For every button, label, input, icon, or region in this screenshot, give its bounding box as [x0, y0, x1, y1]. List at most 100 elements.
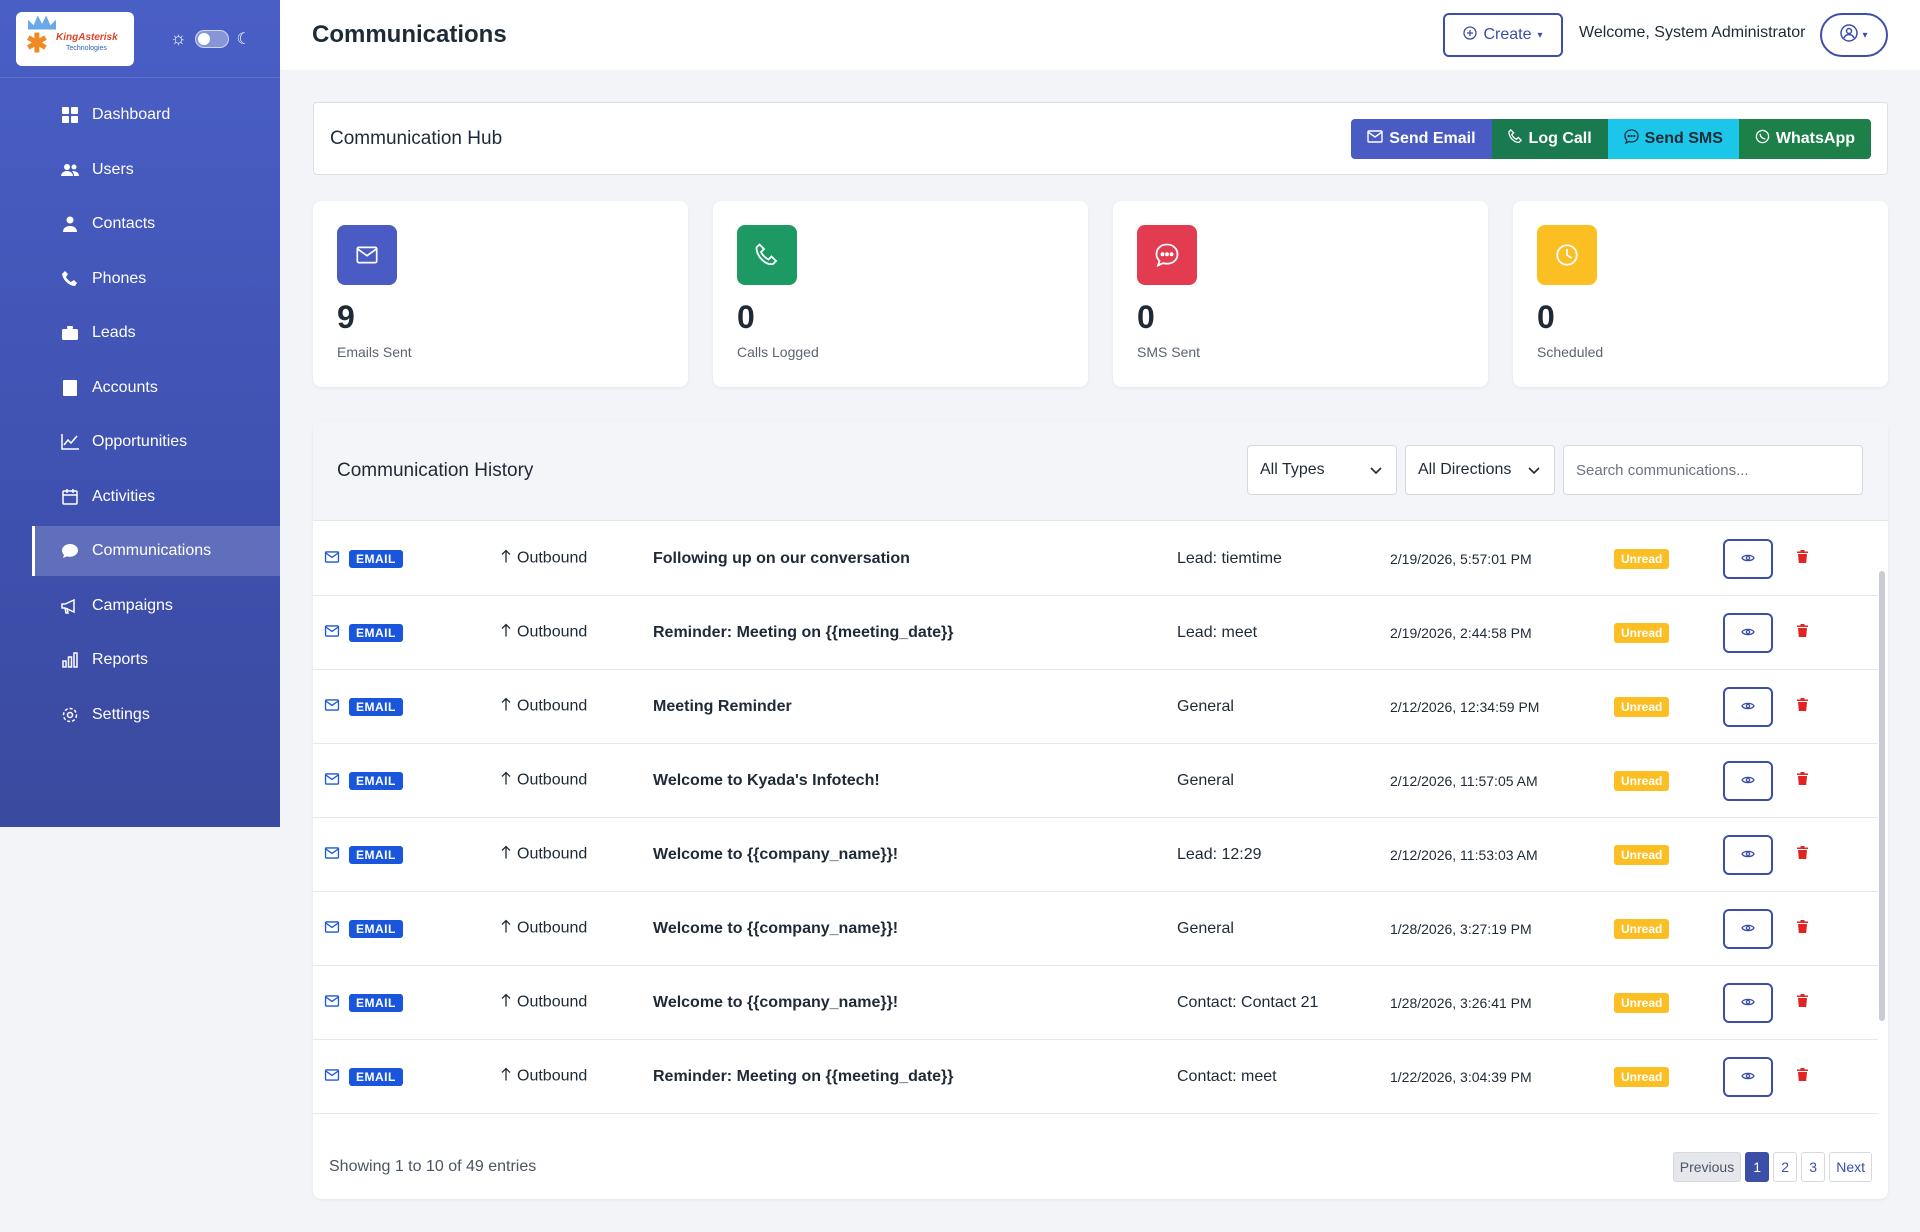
view-button[interactable]	[1723, 983, 1773, 1023]
table-row[interactable]: EMAILOutboundWelcome to {{company_name}}…	[313, 818, 1878, 892]
direction-filter-value: All Directions	[1418, 461, 1511, 479]
type-badge: EMAIL	[349, 772, 403, 790]
eye-icon	[1741, 624, 1755, 642]
send-email-button[interactable]: Send Email	[1351, 119, 1491, 159]
pagination-page-2[interactable]: 2	[1773, 1152, 1797, 1182]
date-cell: 1/28/2026, 3:27:19 PM	[1390, 921, 1532, 937]
status-badge: Unread	[1614, 697, 1669, 717]
envelope-icon	[324, 846, 340, 864]
table-row[interactable]: EMAIL Outbound Welcome to {{company_name}}…	[313, 966, 1878, 1040]
sidebar-item-label: Dashboard	[92, 106, 170, 124]
sidebar-item-label: Activities	[92, 488, 155, 506]
sidebar-item-label: Campaigns	[92, 597, 173, 615]
related-cell: Lead: 12:29	[1177, 846, 1262, 864]
delete-button[interactable]	[1797, 920, 1808, 938]
sidebar-item-label: Users	[92, 161, 134, 179]
phone-icon	[737, 225, 797, 285]
direction-text: Outbound	[517, 772, 587, 790]
table-row[interactable]: EMAILOutboundMeeting ReminderGeneral2/12…	[313, 670, 1878, 744]
type-filter-value: All Types	[1260, 461, 1325, 479]
view-button[interactable]	[1723, 687, 1773, 727]
sidebar-item-label: Leads	[92, 324, 136, 342]
related-cell: Lead: meet	[1177, 624, 1257, 642]
view-button[interactable]	[1723, 761, 1773, 801]
subject-cell: Following up on our conversation	[653, 550, 910, 568]
table-row[interactable]: EMAILOutboundWelcome to Kyada's Infotech…	[313, 744, 1878, 818]
sidebar-item-communications[interactable]: Communications	[32, 526, 280, 576]
sidebar-item-opportunities[interactable]: Opportunities	[32, 417, 280, 467]
pagination-previous[interactable]: Previous	[1673, 1152, 1741, 1182]
page-title: Communications	[312, 21, 507, 49]
logo[interactable]: ✱ KingAsterisk Technologies	[16, 12, 134, 66]
eye-icon	[1741, 846, 1755, 864]
view-button[interactable]	[1723, 539, 1773, 579]
table-row[interactable]: EMAILOutboundFollowing up on our convers…	[313, 522, 1878, 596]
delete-button[interactable]	[1797, 772, 1808, 790]
pagination-next[interactable]: Next	[1829, 1152, 1872, 1182]
type-badge: EMAIL	[349, 550, 403, 568]
table-row[interactable]: EMAILOutboundReminder: Meeting on {{meet…	[313, 596, 1878, 670]
table-row[interactable]: EMAILOutboundReminder: Meeting on {{meet…	[313, 1040, 1878, 1114]
user-menu-button[interactable]: ▾	[1820, 13, 1888, 57]
direction-cell: Outbound	[501, 623, 587, 642]
sidebar-item-contacts[interactable]: Contacts	[32, 199, 280, 249]
sidebar-item-activities[interactable]: Activities	[32, 472, 280, 522]
delete-button[interactable]	[1797, 846, 1808, 864]
phone-icon	[1508, 129, 1523, 149]
chevron-down-icon	[1370, 462, 1382, 480]
table-row[interactable]: EMAILOutboundWelcome to {{company_name}}…	[313, 892, 1878, 966]
sidebar-item-settings[interactable]: Settings	[32, 690, 280, 740]
direction-cell: Outbound	[501, 993, 587, 1012]
trash-icon	[1797, 846, 1808, 863]
view-button[interactable]	[1723, 613, 1773, 653]
status-badge: Unread	[1614, 845, 1669, 865]
create-button[interactable]: Create ▾	[1443, 13, 1563, 57]
eye-icon	[1741, 1068, 1755, 1086]
arrow-up-icon	[501, 993, 511, 1012]
sidebar-item-reports[interactable]: Reports	[32, 635, 280, 685]
direction-text: Outbound	[517, 994, 587, 1012]
delete-button[interactable]	[1797, 550, 1808, 568]
communication-hub: Communication Hub Send Email Log Call Se…	[313, 102, 1888, 175]
sidebar-item-dashboard[interactable]: Dashboard	[32, 90, 280, 140]
delete-button[interactable]	[1797, 994, 1808, 1012]
delete-button[interactable]	[1797, 1068, 1808, 1086]
subject-cell: Welcome to {{company_name}}!	[653, 994, 898, 1012]
sidebar-item-accounts[interactable]: Accounts	[32, 363, 280, 413]
sidebar-item-users[interactable]: Users	[32, 145, 280, 195]
sidebar-item-campaigns[interactable]: Campaigns	[32, 581, 280, 631]
send-email-label: Send Email	[1389, 130, 1475, 148]
view-button[interactable]	[1723, 909, 1773, 949]
direction-text: Outbound	[517, 698, 587, 716]
stat-value: 0	[1137, 299, 1155, 336]
sidebar-item-phones[interactable]: Phones	[32, 254, 280, 304]
theme-switch[interactable]	[195, 30, 229, 48]
bar-chart-icon	[60, 650, 80, 670]
type-badge: EMAIL	[349, 994, 403, 1012]
delete-button[interactable]	[1797, 698, 1808, 716]
direction-filter-select[interactable]: All Directions	[1405, 445, 1555, 495]
date-cell: 2/19/2026, 2:44:58 PM	[1390, 625, 1532, 641]
type-badge: EMAIL	[349, 846, 403, 864]
envelope-icon	[324, 550, 340, 568]
type-filter-select[interactable]: All Types	[1247, 445, 1397, 495]
log-call-button[interactable]: Log Call	[1492, 119, 1608, 159]
envelope-icon	[324, 624, 340, 642]
view-button[interactable]	[1723, 1057, 1773, 1097]
view-button[interactable]	[1723, 835, 1773, 875]
send-sms-button[interactable]: Send SMS	[1608, 119, 1739, 159]
pagination-page-1[interactable]: 1	[1745, 1152, 1769, 1182]
whatsapp-button[interactable]: WhatsApp	[1739, 119, 1871, 159]
envelope-icon	[324, 920, 340, 938]
sidebar-item-label: Accounts	[92, 379, 158, 397]
delete-button[interactable]	[1797, 624, 1808, 642]
scrollbar[interactable]	[1879, 571, 1885, 1021]
sun-icon: ☼	[170, 28, 187, 49]
search-input[interactable]	[1563, 445, 1863, 495]
sidebar-item-leads[interactable]: Leads	[32, 308, 280, 358]
theme-toggle[interactable]: ☼ ☾	[170, 28, 251, 49]
chat-icon	[60, 541, 80, 561]
stat-card-calls: 0 Calls Logged	[713, 201, 1088, 387]
pagination-page-3[interactable]: 3	[1801, 1152, 1825, 1182]
trash-icon	[1797, 994, 1808, 1011]
